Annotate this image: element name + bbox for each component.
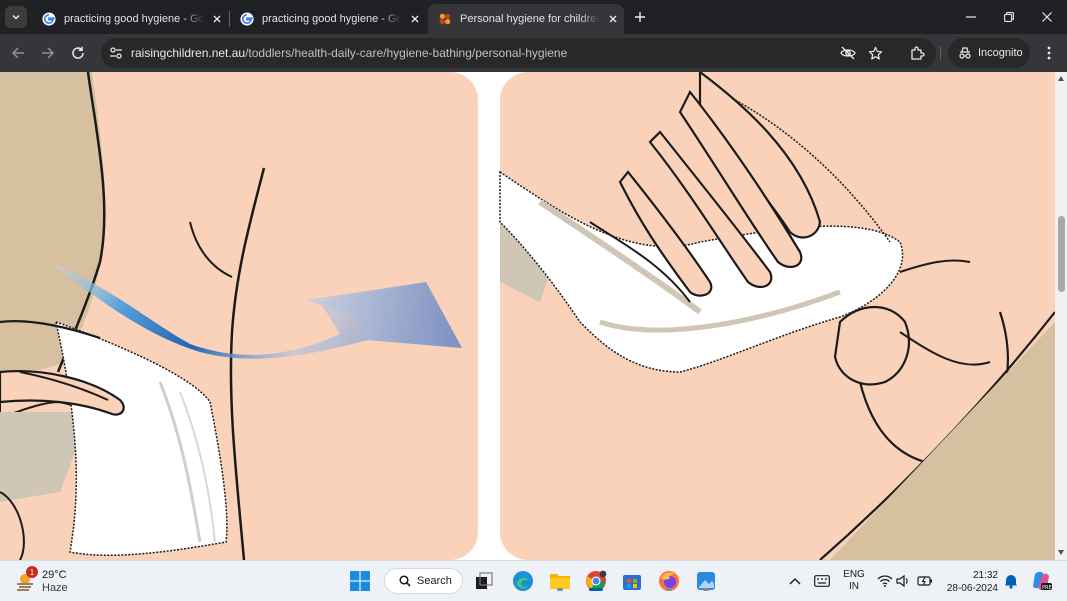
edge-button[interactable]: [510, 568, 536, 594]
store-icon: [623, 575, 641, 590]
system-clock[interactable]: 21:32 28-06-2024: [942, 569, 998, 595]
minimize-button[interactable]: [960, 6, 982, 28]
language-indicator[interactable]: ENG IN: [843, 569, 865, 593]
more-vertical-icon: [1047, 46, 1051, 60]
illustration-right: [499, 72, 1055, 560]
tab-google-search-2[interactable]: practicing good hygiene - Google Search: [230, 4, 426, 34]
file-explorer-button[interactable]: [547, 568, 573, 594]
language-line-2: IN: [849, 581, 859, 592]
photos-button[interactable]: [693, 568, 719, 594]
raising-children-icon: [439, 13, 451, 25]
plus-icon: [635, 12, 645, 22]
chrome-button[interactable]: [583, 568, 609, 594]
scroll-up-icon[interactable]: [1058, 76, 1064, 81]
site-info-icon[interactable]: [107, 44, 125, 62]
close-icon[interactable]: [210, 12, 224, 26]
browser-toolbar: raisingchildren.net.au/toddlers/health-d…: [0, 34, 1067, 72]
incognito-icon: [959, 47, 971, 59]
language-line-1: ENG: [843, 569, 865, 580]
speaker-icon: [896, 575, 908, 587]
weather-condition: Haze: [42, 582, 68, 594]
copilot-icon: PRE: [1033, 571, 1052, 591]
running-indicator: [666, 588, 672, 591]
close-window-button[interactable]: [1036, 6, 1058, 28]
windows-icon: [350, 571, 370, 591]
close-icon: [1042, 12, 1052, 22]
scrollbar-thumb[interactable]: [1058, 216, 1065, 292]
page-content: [0, 72, 1055, 560]
windows-taskbar: 1 29°C Haze Search ENG IN 21:32 28-06-20…: [0, 560, 1067, 601]
extensions-button[interactable]: [907, 43, 927, 63]
keyboard-icon: [814, 575, 830, 587]
toolbar-separator: [940, 46, 941, 60]
start-button[interactable]: [347, 568, 373, 594]
running-indicator: [589, 588, 603, 591]
star-icon[interactable]: [866, 44, 884, 62]
show-hidden-icons-button[interactable]: [782, 568, 808, 594]
search-icon: [399, 575, 411, 587]
minimize-icon: [966, 16, 976, 18]
incognito-indicator[interactable]: Incognito: [948, 38, 1030, 68]
menu-button[interactable]: [1039, 43, 1059, 63]
tab-title: practicing good hygiene - Google Search: [64, 13, 204, 25]
task-view-button[interactable]: [471, 568, 497, 594]
edge-icon: [513, 571, 533, 591]
store-button[interactable]: [619, 568, 645, 594]
forward-button[interactable]: [38, 43, 58, 63]
eye-off-icon[interactable]: [839, 44, 857, 62]
url-text: raisingchildren.net.au/toddlers/health-d…: [131, 46, 567, 60]
notifications-button[interactable]: [998, 568, 1024, 594]
search-label: Search: [417, 575, 452, 587]
chevron-up-icon: [789, 578, 801, 585]
google-icon: [240, 12, 254, 26]
page-scrollbar[interactable]: [1055, 72, 1067, 560]
keyboard-button[interactable]: [809, 568, 835, 594]
url-path: /toddlers/health-daily-care/hygiene-bath…: [245, 46, 568, 60]
close-icon[interactable]: [606, 12, 620, 26]
tab-title: Personal hygiene for children: informati…: [460, 13, 600, 25]
copilot-button[interactable]: PRE: [1028, 568, 1054, 594]
chevron-down-icon: [12, 14, 20, 20]
weather-badge: 1: [26, 566, 38, 578]
hygiene-illustrations: [0, 72, 1055, 560]
task-view-icon: [476, 572, 493, 589]
scroll-down-icon[interactable]: [1058, 550, 1064, 555]
running-indicator: [703, 588, 709, 591]
tab-personal-hygiene[interactable]: Personal hygiene for children: informati…: [428, 4, 624, 34]
firefox-button[interactable]: [656, 568, 682, 594]
google-icon: [42, 12, 56, 26]
tab-search-button[interactable]: [5, 6, 27, 28]
tab-title: practicing good hygiene - Google Search: [262, 13, 402, 25]
battery-charging-icon: [917, 576, 932, 586]
arrow-left-icon: [11, 47, 24, 59]
clock-date: 28-06-2024: [946, 583, 998, 594]
new-tab-button[interactable]: [631, 8, 649, 26]
restore-button[interactable]: [998, 6, 1020, 28]
reload-icon: [72, 46, 84, 59]
tab-strip: practicing good hygiene - Google Search …: [0, 0, 1067, 34]
illustration-left: [0, 72, 478, 560]
arrow-right-icon: [42, 47, 55, 59]
svg-text:PRE: PRE: [1042, 585, 1052, 591]
restore-icon: [1004, 12, 1014, 22]
url-host: raisingchildren.net.au: [131, 46, 246, 60]
address-bar[interactable]: raisingchildren.net.au/toddlers/health-d…: [101, 38, 936, 68]
close-icon[interactable]: [408, 12, 422, 26]
reload-button[interactable]: [68, 43, 88, 63]
battery-button[interactable]: [912, 568, 938, 594]
puzzle-icon: [911, 46, 925, 60]
running-indicator: [557, 588, 563, 591]
taskbar-search[interactable]: Search: [384, 568, 463, 594]
tab-google-search-1[interactable]: practicing good hygiene - Google Search: [32, 4, 228, 34]
bell-icon: [1005, 575, 1017, 589]
weather-temperature: 29°C: [42, 569, 67, 581]
incognito-label: Incognito: [978, 47, 1023, 59]
back-button[interactable]: [8, 43, 28, 63]
clock-time: 21:32: [972, 570, 998, 581]
